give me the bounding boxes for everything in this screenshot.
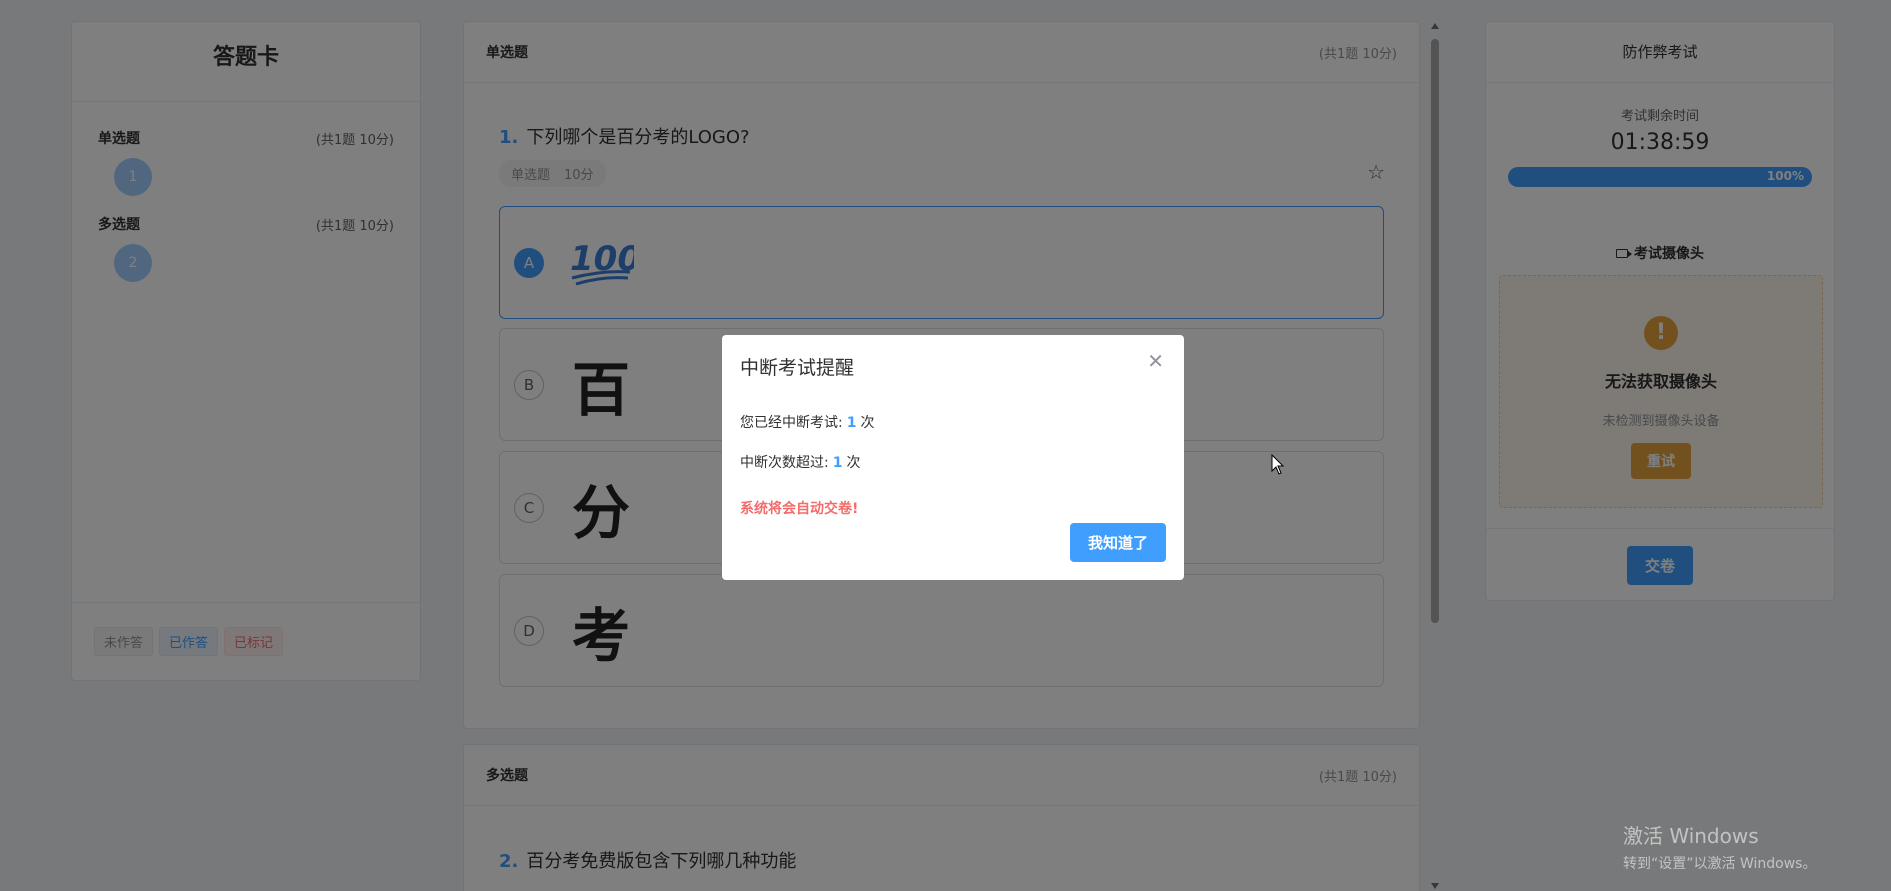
mouse-cursor-icon — [1271, 453, 1285, 480]
auto-submit-warning: 系统将会自动交卷! — [740, 501, 859, 517]
close-icon[interactable]: ✕ — [1147, 349, 1164, 373]
acknowledge-button[interactable]: 我知道了 — [1069, 523, 1166, 562]
exam-page: 答题卡 单选题 (共1题 10分) 1 多选题 (共1题 10分) 2 未作答 … — [0, 0, 1891, 891]
interrupt-limit: 1 — [832, 455, 843, 471]
interrupt-limit-line: 中断次数超过: 1 次 — [740, 455, 861, 471]
interrupt-count: 1 — [846, 415, 857, 431]
interrupt-warning-dialog: 中断考试提醒 ✕ 您已经中断考试: 1 次 中断次数超过: 1 次 系统将会自动交卷! … — [722, 335, 1184, 580]
interrupt-count-line: 您已经中断考试: 1 次 — [740, 415, 875, 431]
windows-activation-watermark: 激活 Windows 转到“设置”以激活 Windows。 — [1623, 824, 1817, 872]
dialog-title: 中断考试提醒 — [740, 357, 855, 379]
